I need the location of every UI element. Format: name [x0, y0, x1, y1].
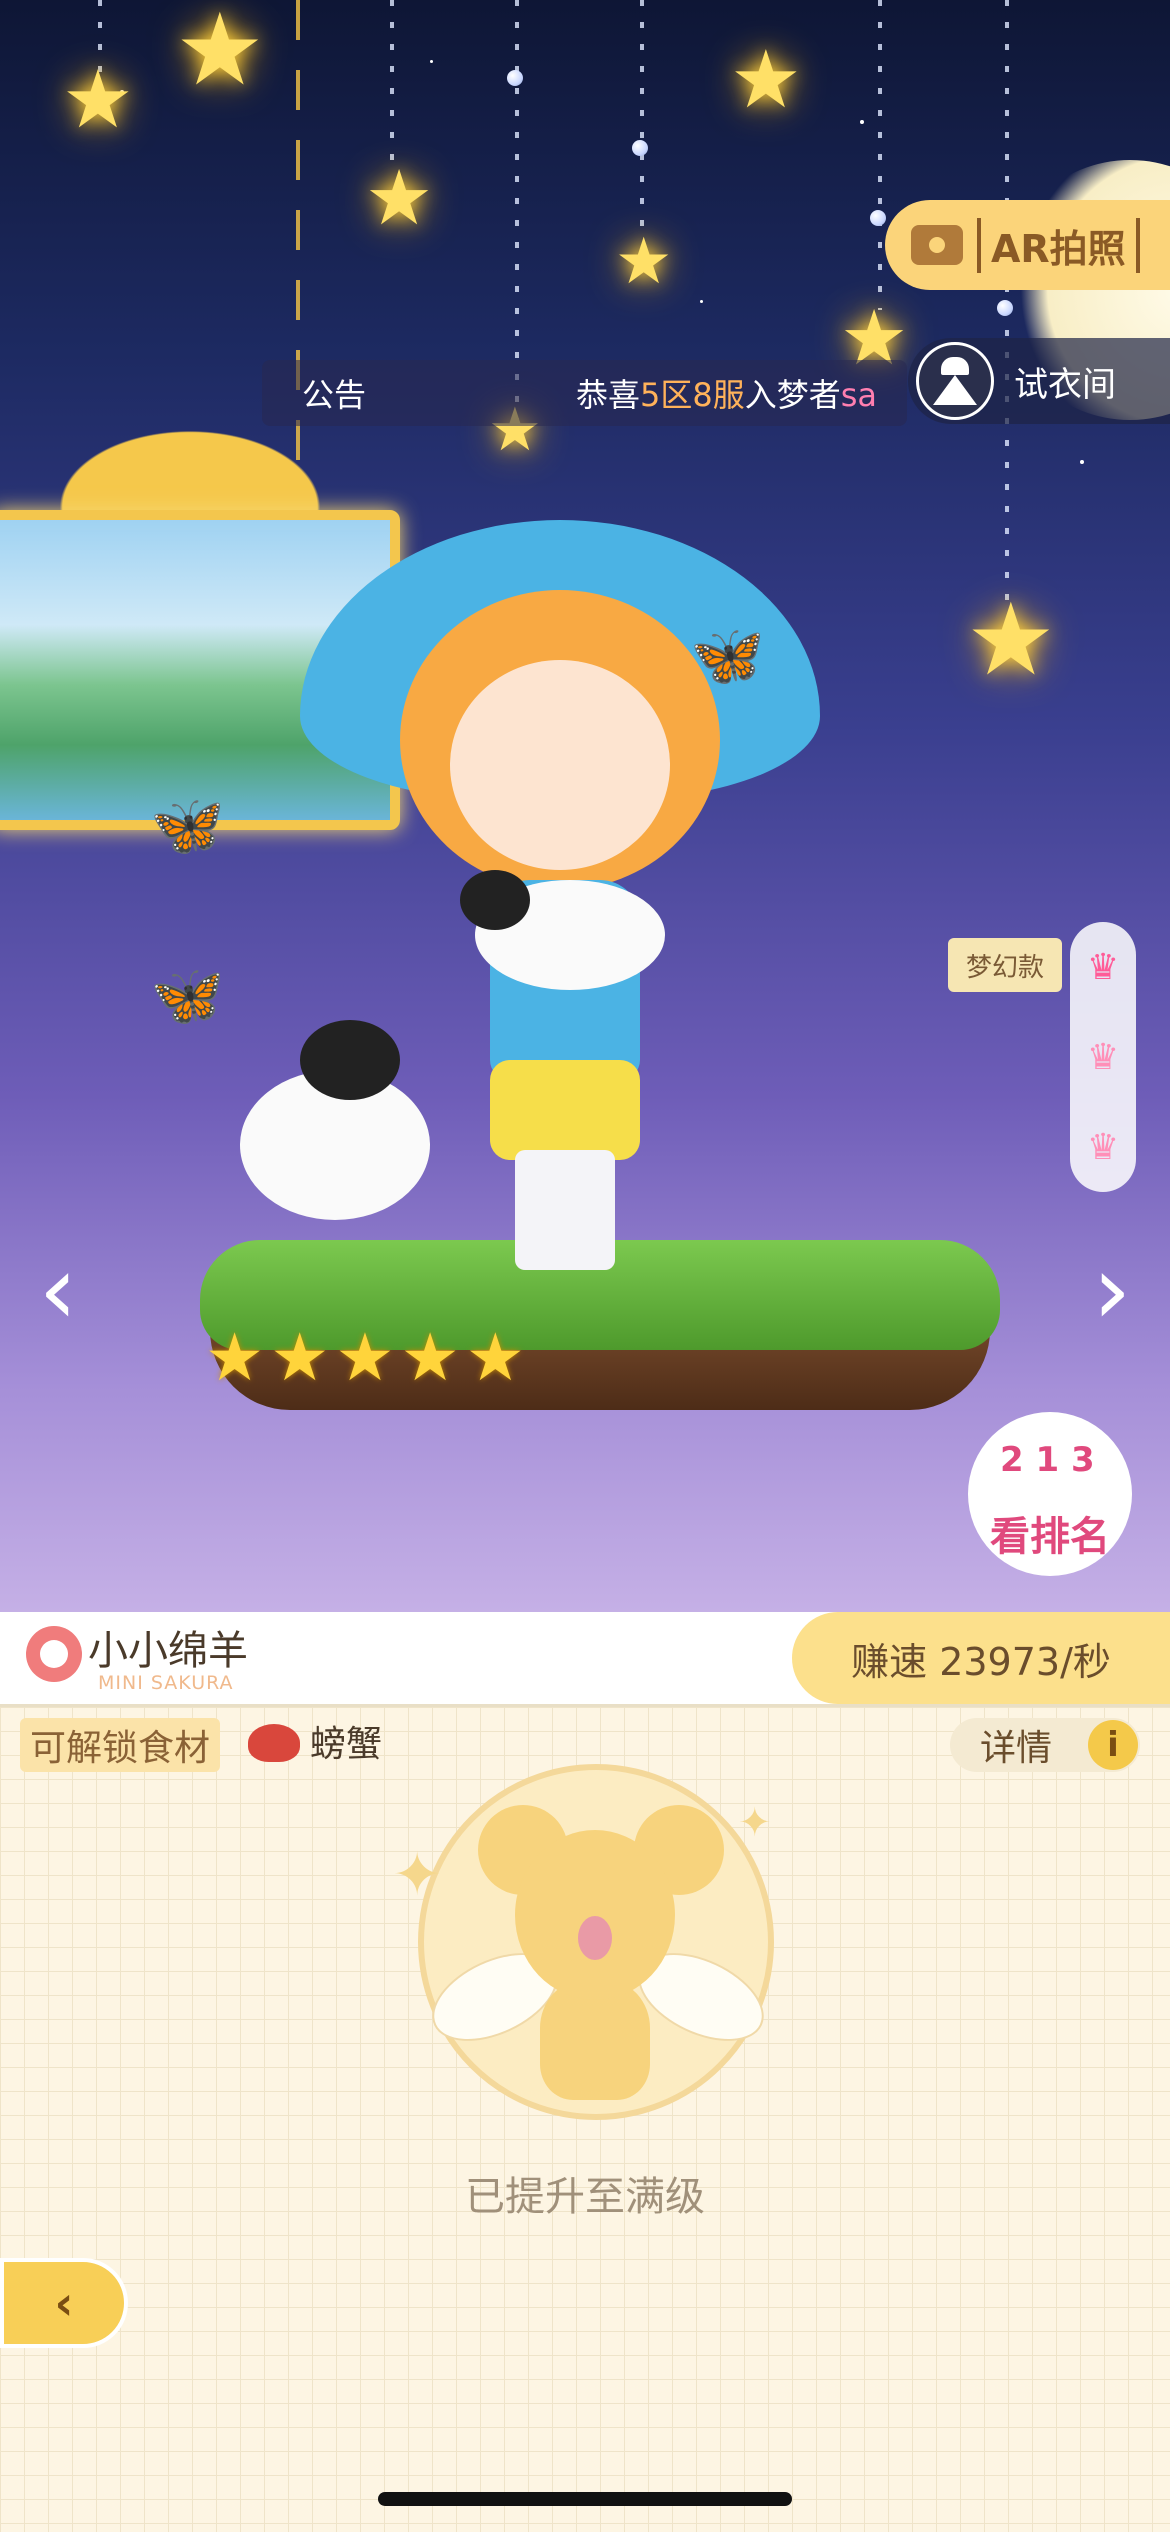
character-info-bar: 小小绵羊 MINI SAKURA 赚速 23973/秒 — [0, 1612, 1170, 1707]
previous-arrow[interactable]: ‹ — [28, 1240, 88, 1340]
crab-icon — [248, 1724, 300, 1762]
ar-photo-button[interactable]: AR拍照 — [885, 200, 1170, 290]
star-decoration: ★ — [730, 33, 802, 126]
sparkle-icon: ✦ — [738, 1800, 772, 1846]
rating-star-icon: ★ — [205, 1319, 265, 1396]
announcement-bar[interactable]: 公告 恭喜5区8服入梦者sa — [262, 360, 907, 426]
sakura-logo-icon — [26, 1626, 82, 1682]
ranking-button[interactable]: 2 1 3 看排名 — [968, 1412, 1132, 1576]
star-dot — [1080, 460, 1084, 464]
bead — [870, 210, 886, 226]
crown-icon[interactable]: ♛ — [1087, 1127, 1119, 1168]
crown-icon[interactable]: ♛ — [1087, 947, 1119, 988]
podium-icon: 2 1 3 — [1000, 1440, 1095, 1480]
hanging-strand — [515, 0, 519, 420]
info-icon: i — [1088, 1720, 1138, 1770]
details-button[interactable]: 详情 i — [950, 1718, 1140, 1772]
rating-star-icon: ★ — [465, 1319, 525, 1396]
unlock-ingredients-label: 可解锁食材 — [20, 1718, 221, 1772]
sparkle-icon: ✦ — [392, 1840, 443, 1910]
star-decoration: ★ — [62, 53, 134, 146]
butterfly-decoration: 🦋 — [150, 791, 225, 861]
max-level-status: 已提升至满级 — [465, 2174, 705, 2220]
rarity-selector[interactable]: ♛ ♛ ♛ — [1070, 922, 1136, 1192]
butterfly-decoration: 🦋 — [150, 961, 225, 1031]
rating-star-icon: ★ — [400, 1319, 460, 1396]
rating-star-icon: ★ — [335, 1319, 395, 1396]
ranking-label: 看排名 — [990, 1514, 1110, 1560]
earn-speed: 赚速 23973/秒 — [792, 1612, 1170, 1704]
character-pants — [490, 1060, 640, 1160]
bead — [507, 70, 523, 86]
star-dot — [700, 300, 703, 303]
next-arrow[interactable]: › — [1082, 1240, 1142, 1340]
character-legs — [515, 1150, 615, 1270]
fitting-room-button[interactable]: 试衣间 — [908, 338, 1170, 424]
announcement-label: 公告 — [302, 376, 367, 414]
star-dot — [860, 120, 864, 124]
crown-icon[interactable]: ♛ — [1087, 1037, 1119, 1078]
star-dot — [430, 60, 433, 63]
hanging-strand — [640, 0, 644, 240]
character-name: 小小绵羊 — [88, 1628, 248, 1674]
butterfly-decoration: 🦋 — [690, 621, 765, 691]
held-sheep-head — [460, 870, 530, 930]
star-decoration: ★ — [966, 581, 1056, 698]
dress-icon — [916, 342, 994, 420]
sheep-figure-head — [300, 1020, 400, 1100]
star-rating: ★ ★ ★ ★ ★ — [205, 1325, 525, 1391]
hanging-strand — [878, 0, 882, 310]
ingredient-name: 螃蟹 — [310, 1724, 383, 1765]
rating-star-icon: ★ — [270, 1319, 330, 1396]
rarity-label: 梦幻款 — [948, 938, 1062, 992]
home-indicator[interactable] — [378, 2492, 792, 2506]
announcement-message: 恭喜5区8服入梦者sa — [575, 376, 877, 414]
fitting-room-label: 试衣间 — [1014, 364, 1116, 405]
character-face — [450, 660, 670, 870]
star-decoration: ★ — [175, 0, 265, 108]
ar-photo-label: AR拍照 — [977, 217, 1140, 273]
star-decoration: ★ — [365, 153, 434, 242]
back-button[interactable]: ‹ — [0, 2258, 128, 2348]
star-decoration: ★ — [615, 225, 673, 299]
details-label: 详情 — [980, 1728, 1053, 1769]
character-subtitle: MINI SAKURA — [98, 1672, 234, 1694]
mascot-mouth — [578, 1916, 612, 1960]
camera-icon — [911, 225, 963, 265]
bead — [632, 140, 648, 156]
kero-mascot-icon — [515, 1830, 675, 2000]
hanging-strand — [390, 0, 394, 170]
